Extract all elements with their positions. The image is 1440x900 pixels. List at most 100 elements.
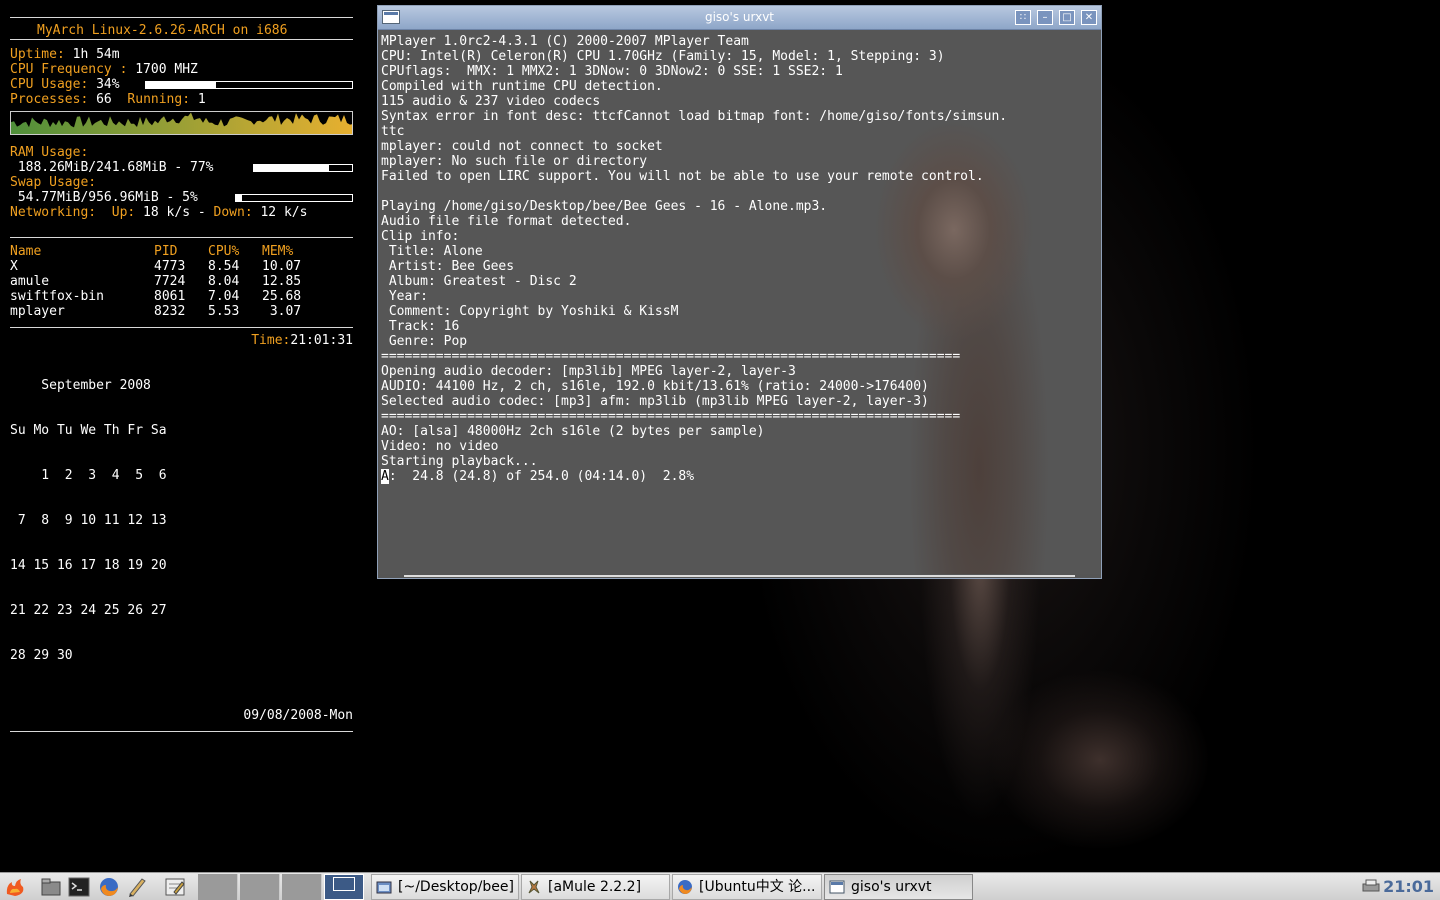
process-row: mplayer 8232 5.53 3.07 <box>10 304 353 319</box>
net-down-value: 12 k/s <box>252 205 308 220</box>
task-label: [~/Desktop/bee] <box>398 879 514 895</box>
cpu-graph-area <box>11 112 352 134</box>
terminal-line: ========================================… <box>381 349 961 364</box>
col-cpu-header: CPU% <box>208 244 240 259</box>
divider <box>10 327 353 328</box>
date-display: 09/08/2008-Mon <box>243 708 353 723</box>
net-up-value: 18 k/s - <box>135 205 214 220</box>
process-mem: 3.07 <box>262 304 302 319</box>
net-down-label: Down: <box>213 205 253 220</box>
process-row: amule 7724 8.04 12.85 <box>10 274 353 289</box>
ram-value-row: 188.26MiB/241.68MiB - 77% <box>10 160 353 175</box>
folder-icon <box>376 881 392 894</box>
terminal-line: Starting playback... <box>381 454 538 469</box>
terminal-output[interactable]: MPlayer 1.0rc2-4.3.1 (C) 2000-2007 MPlay… <box>379 30 1100 574</box>
process-cpu: 7.04 <box>208 289 240 304</box>
uptime-row: Uptime: 1h 54m <box>10 47 353 62</box>
terminal-line: MPlayer 1.0rc2-4.3.1 (C) 2000-2007 MPlay… <box>381 34 749 49</box>
task-browser[interactable]: [Ubuntu中文 论... <box>672 874 822 900</box>
file-manager-icon[interactable] <box>40 876 62 898</box>
firefox-icon[interactable] <box>98 876 120 898</box>
cpu-frequency-value: 1700 MHZ <box>127 62 198 77</box>
maximize-button[interactable]: □ <box>1059 10 1075 25</box>
ram-usage-fill <box>254 165 330 171</box>
terminal-cursor: A <box>381 469 389 484</box>
running-value: 1 <box>190 92 206 107</box>
cpu-graph-plot <box>11 112 352 134</box>
terminal-line: Year: <box>381 289 428 304</box>
task-amule[interactable]: [aMule 2.2.2] <box>521 874 670 900</box>
taskbar: [~/Desktop/bee] [aMule 2.2.2] [Ubuntu中文 … <box>0 872 1440 900</box>
terminal-line: AUDIO: 44100 Hz, 2 ch, s16le, 192.0 kbit… <box>381 379 929 394</box>
browser-icon <box>678 880 692 894</box>
ram-value: 188.26MiB/241.68MiB - 77% <box>10 160 214 175</box>
terminal-scrollbar[interactable] <box>404 575 1075 577</box>
processes-value: 66 <box>88 92 128 107</box>
window-titlebar[interactable]: giso's urxvt ∷ – □ ✕ <box>378 6 1101 30</box>
process-pid: 8061 <box>154 289 186 304</box>
task-label: giso's urxvt <box>851 879 932 895</box>
terminal-line: ttc <box>381 124 405 139</box>
task-terminal[interactable]: giso's urxvt <box>824 874 973 900</box>
terminal-window[interactable]: giso's urxvt ∷ – □ ✕ MPlayer 1.0rc2-4.3.… <box>377 5 1102 579</box>
workspace-3[interactable] <box>282 874 322 900</box>
terminal-line: Clip info: <box>381 229 460 244</box>
swap-label-row: Swap Usage: <box>10 175 353 190</box>
process-row: swiftfox-bin 8061 7.04 25.68 <box>10 289 353 304</box>
terminal-line: 115 audio & 237 video codecs <box>381 94 601 109</box>
workspace-2[interactable] <box>240 874 280 900</box>
terminal-line: CPUflags: MMX: 1 MMX2: 1 3DNow: 0 3DNow2… <box>381 64 843 79</box>
cpu-usage-bar <box>145 81 353 89</box>
workspace-window-thumb <box>333 877 355 891</box>
networking-row: Networking: Up: 18 k/s - Down: 12 k/s <box>10 205 353 220</box>
swap-value: 54.77MiB/956.96MiB - 5% <box>10 190 198 205</box>
calendar-week: 1 2 3 4 5 6 <box>10 468 167 483</box>
process-cpu: 5.53 <box>208 304 240 319</box>
editor-icon[interactable] <box>164 876 186 898</box>
calendar-week: 21 22 23 24 25 26 27 <box>10 603 167 618</box>
divider <box>10 17 353 18</box>
cpu-usage-row: CPU Usage: 34% <box>10 77 353 92</box>
cpu-usage-fill <box>146 82 217 88</box>
terminal-line: Title: Alone <box>381 244 483 259</box>
terminal-icon[interactable] <box>68 876 90 898</box>
divider <box>10 731 353 732</box>
workspace-1[interactable] <box>198 874 238 900</box>
terminal-line: Selected audio codec: [mp3] afm: mp3lib … <box>381 394 929 409</box>
process-mem: 25.68 <box>262 289 302 304</box>
task-label: [Ubuntu中文 论... <box>699 879 816 895</box>
calendar-week: 7 8 9 10 11 12 13 <box>10 513 167 528</box>
sticky-button[interactable]: ∷ <box>1015 10 1031 25</box>
cpu-frequency-row: CPU Frequency : 1700 MHZ <box>10 62 353 77</box>
networking-label: Networking: <box>10 205 97 220</box>
menu-icon[interactable] <box>4 876 26 898</box>
workspace-4[interactable] <box>324 874 364 900</box>
minimize-button[interactable]: – <box>1037 10 1053 25</box>
ram-label: RAM Usage: <box>10 145 89 160</box>
terminal-line: Playing /home/giso/Desktop/bee/Bee Gees … <box>381 199 828 214</box>
window-title: giso's urxvt <box>704 10 775 24</box>
running-label: Running: <box>127 92 191 107</box>
printer-icon[interactable] <box>1362 879 1380 893</box>
calendar: September 2008 Su Mo Tu We Th Fr Sa 1 2 … <box>10 348 353 693</box>
processes-label: Processes: <box>10 92 89 107</box>
process-mem: 12.85 <box>262 274 302 289</box>
task-folder[interactable]: [~/Desktop/bee] <box>371 874 519 900</box>
cpu-graph <box>10 111 353 135</box>
taskbar-clock[interactable]: 21:01 <box>1383 877 1434 896</box>
terminal-line: Track: 16 <box>381 319 460 334</box>
terminal-status-line: A: 24.8 (24.8) of 254.0 (04:14.0) 2.8% <box>381 469 1100 484</box>
swap-value-row: 54.77MiB/956.96MiB - 5% <box>10 190 353 205</box>
terminal-line: mplayer: could not connect to socket <box>381 139 663 154</box>
terminal-line: Opening audio decoder: [mp3lib] MPEG lay… <box>381 364 796 379</box>
terminal-line: Compiled with runtime CPU detection. <box>381 79 663 94</box>
close-button[interactable]: ✕ <box>1081 10 1097 25</box>
divider <box>10 237 353 238</box>
amule-icon <box>528 880 540 894</box>
uptime-label: Uptime: <box>10 47 65 62</box>
terminal-line: Syntax error in font desc: ttcfCannot lo… <box>381 109 1008 124</box>
terminal-line: Failed to open LIRC support. You will no… <box>381 169 984 184</box>
time-label: Time: <box>251 333 291 348</box>
pen-icon[interactable] <box>126 876 148 898</box>
